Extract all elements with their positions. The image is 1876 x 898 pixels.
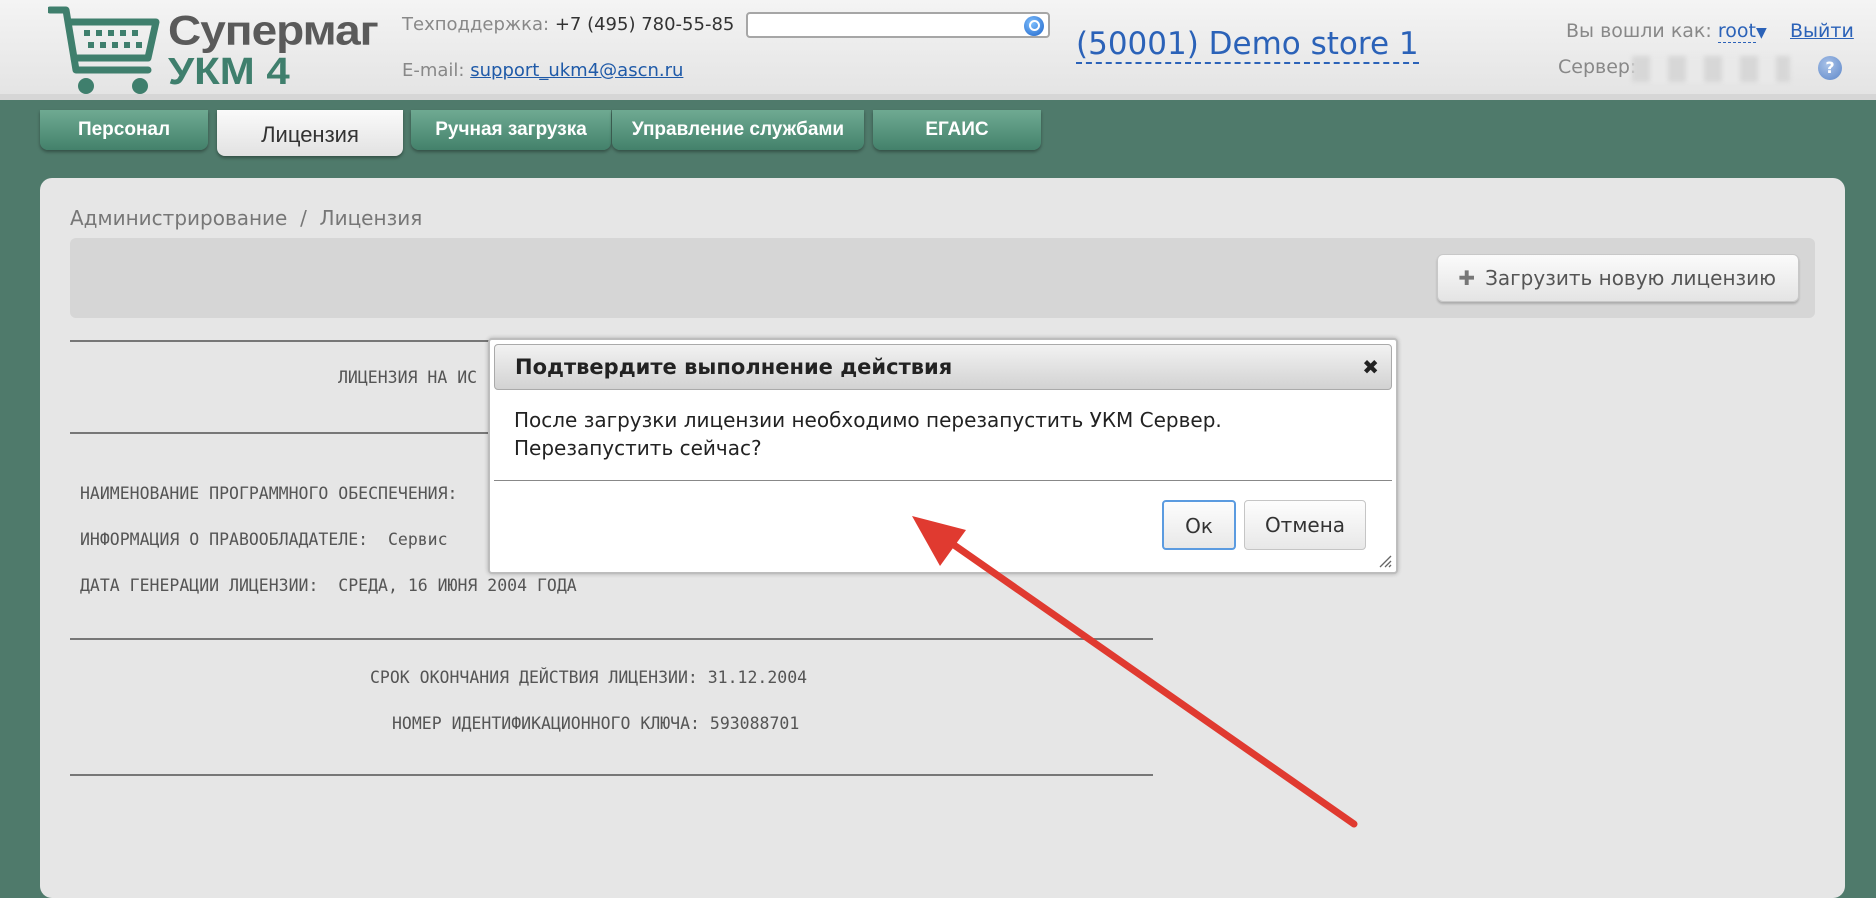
shopping-cart-icon	[46, 6, 160, 94]
license-expiry: СРОК ОКОНЧАНИЯ ДЕЙСТВИЯ ЛИЦЕНЗИИ: 31.12.…	[370, 668, 808, 687]
caret-down-icon[interactable]: ▼	[1756, 25, 1767, 41]
logo-subtitle: УКМ 4	[168, 50, 290, 93]
license-key-number: НОМЕР ИДЕНТИФИКАЦИОННОГО КЛЮЧА: 59308870…	[392, 714, 800, 733]
server-value-blurred	[1632, 56, 1790, 82]
breadcrumb: Администрирование / Лицензия	[70, 206, 423, 230]
upload-license-button[interactable]: ✚ Загрузить новую лицензию	[1437, 254, 1799, 302]
tab-manual-upload[interactable]: Ручная загрузка	[411, 110, 611, 150]
user-menu[interactable]: root	[1717, 20, 1756, 43]
search-input[interactable]	[752, 15, 1016, 37]
login-label: Вы вошли как:	[1566, 20, 1712, 42]
license-generation-date: ДАТА ГЕНЕРАЦИИ ЛИЦЕНЗИИ: СРЕДА, 16 ИЮНЯ …	[80, 576, 577, 595]
login-info: Вы вошли как: root▼	[1566, 20, 1767, 43]
dialog-title: Подтвердите выполнение действия	[515, 355, 953, 379]
dialog-message: После загрузки лицензии необходимо перез…	[514, 406, 1374, 462]
support-phone-value: +7 (495) 780-55-85	[554, 14, 735, 35]
logo[interactable]: Супермаг УКМ 4	[46, 4, 379, 100]
divider	[70, 638, 1153, 640]
ok-button[interactable]: Ок	[1162, 500, 1236, 550]
resize-handle-icon[interactable]	[1378, 554, 1392, 568]
support-label: Техподдержка:	[402, 14, 550, 35]
dialog-divider	[494, 480, 1392, 481]
close-icon[interactable]: ✖	[1362, 355, 1379, 379]
dialog-titlebar[interactable]: Подтвердите выполнение действия ✖	[494, 344, 1392, 390]
app-header: Супермаг УКМ 4 Техподдержка: +7 (495) 78…	[0, 0, 1876, 100]
search-icon[interactable]	[1024, 16, 1044, 36]
tab-egais[interactable]: ЕГАИС	[873, 110, 1041, 150]
license-title: ЛИЦЕНЗИЯ НА ИС	[338, 368, 478, 387]
support-phone: Техподдержка: +7 (495) 780-55-85	[402, 14, 734, 35]
dialog-message-line1: После загрузки лицензии необходимо перез…	[514, 408, 1222, 432]
license-owner: ИНФОРМАЦИЯ О ПРАВООБЛАДАТЕЛЕ: Сервис	[80, 530, 448, 549]
tab-personnel[interactable]: Персонал	[40, 110, 208, 150]
tab-license[interactable]: Лицензия	[217, 110, 403, 156]
support-email: E-mail: support_ukm4@ascn.ru	[402, 60, 683, 81]
store-selector[interactable]: (50001) Demo store 1	[1076, 26, 1419, 64]
cancel-button[interactable]: Отмена	[1244, 500, 1366, 550]
email-link[interactable]: support_ukm4@ascn.ru	[470, 60, 683, 81]
dialog-message-line2: Перезапустить сейчас?	[514, 436, 762, 460]
toolbar: ✚ Загрузить новую лицензию	[70, 238, 1815, 318]
logout-link[interactable]: Выйти	[1790, 20, 1854, 42]
search-box	[746, 12, 1050, 38]
email-label: E-mail:	[402, 60, 465, 81]
plus-icon: ✚	[1458, 266, 1476, 290]
server-label: Сервер:	[1558, 56, 1637, 78]
logo-title: Супермаг	[168, 6, 379, 54]
license-software: НАИМЕНОВАНИЕ ПРОГРАММНОГО ОБЕСПЕЧЕНИЯ:	[80, 484, 458, 503]
help-icon[interactable]: ?	[1818, 56, 1842, 80]
tab-service-management[interactable]: Управление службами	[612, 110, 864, 150]
divider	[70, 774, 1153, 776]
upload-license-label: Загрузить новую лицензию	[1485, 266, 1776, 290]
confirm-dialog: Подтвердите выполнение действия ✖ После …	[488, 338, 1398, 574]
